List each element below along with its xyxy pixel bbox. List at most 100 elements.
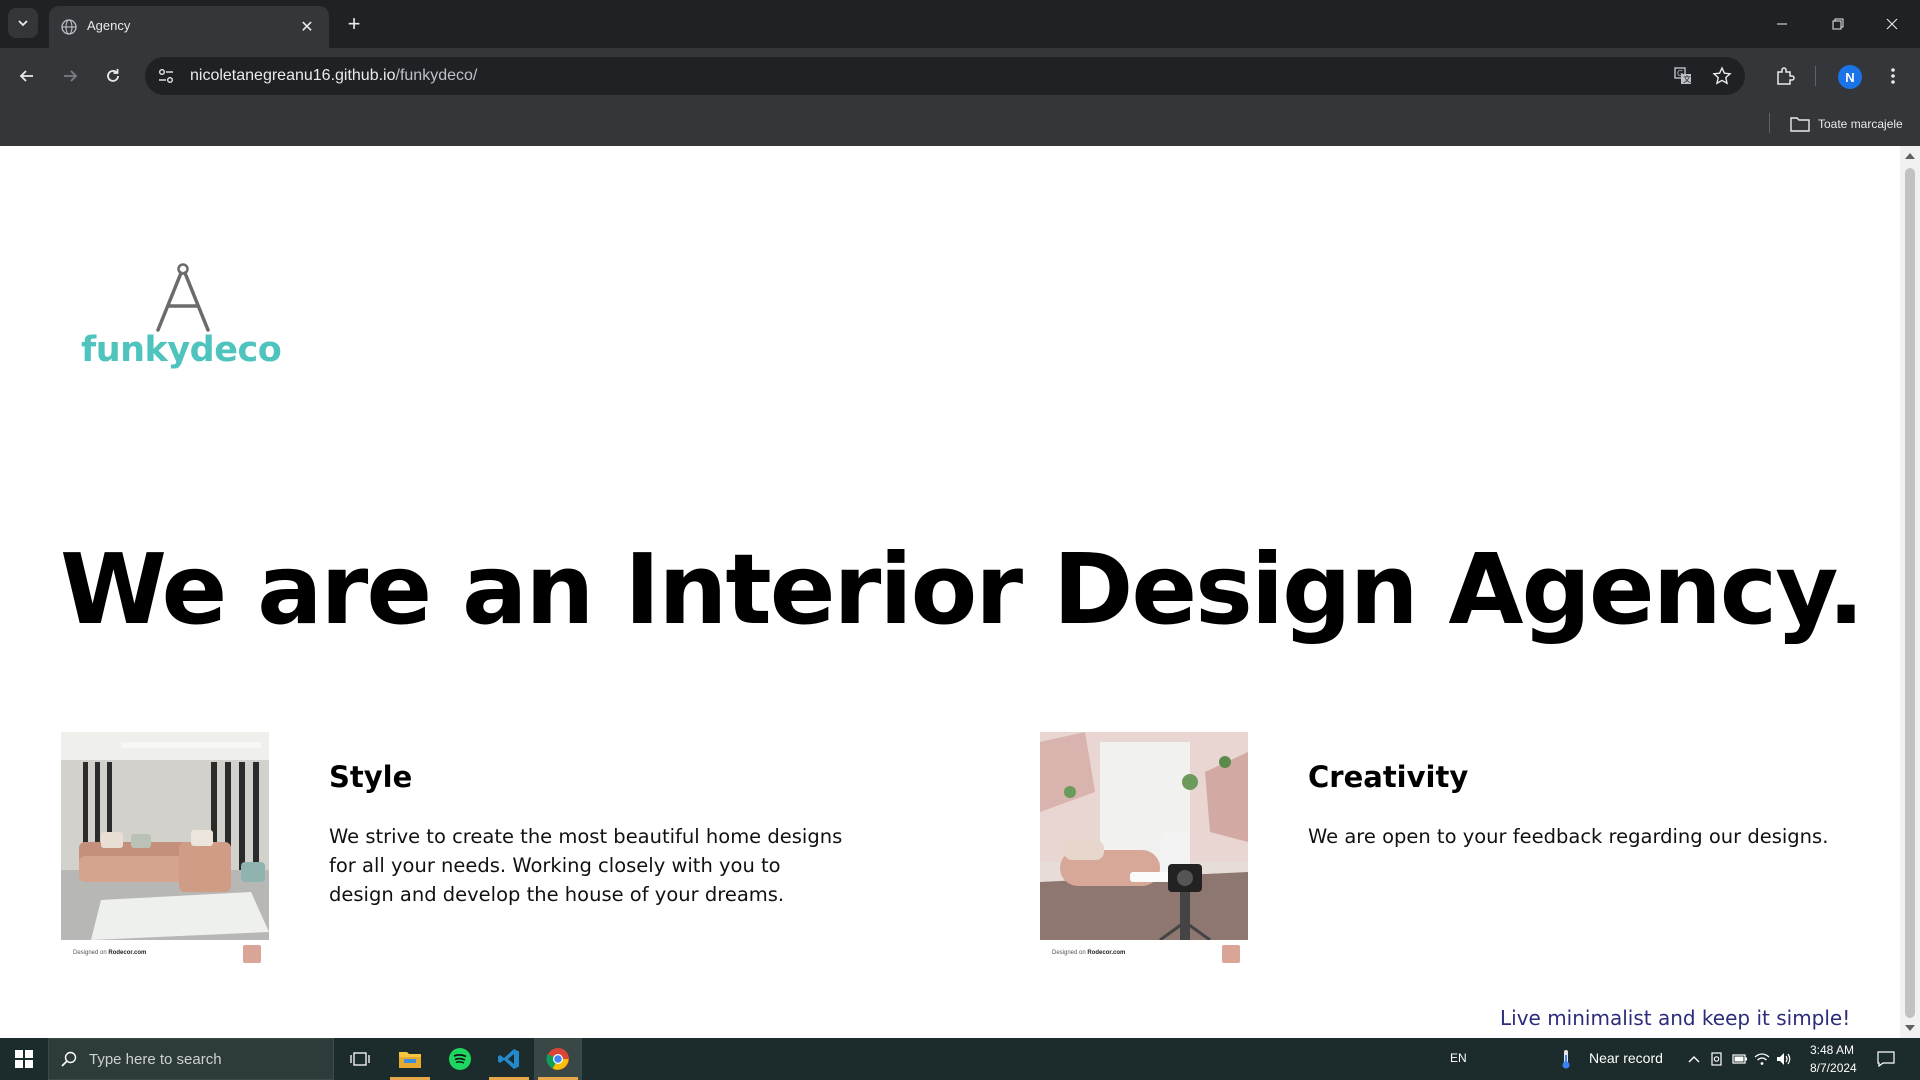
credit-thumbnail xyxy=(243,945,261,963)
chrome-icon xyxy=(546,1048,569,1070)
task-view-button[interactable] xyxy=(336,1038,384,1080)
close-window-button[interactable] xyxy=(1864,0,1920,48)
web-page: funkydeco We are an Interior Design Agen… xyxy=(0,146,1900,1038)
living-room-image xyxy=(61,732,269,940)
clock-date[interactable]: 8/7/2024 xyxy=(1810,1061,1857,1075)
url-path: /funkydeco/ xyxy=(395,67,478,84)
notification-icon xyxy=(1877,1051,1895,1067)
translate-icon[interactable]: G文 xyxy=(1673,66,1693,86)
credit-prefix: Designed on xyxy=(73,950,107,956)
thermometer-icon xyxy=(1562,1050,1570,1069)
all-bookmarks-label: Toate marcajele xyxy=(1818,117,1903,131)
weather-widget-icon[interactable] xyxy=(1556,1049,1576,1069)
clock-time[interactable]: 3:48 AM xyxy=(1810,1043,1854,1057)
task-view-icon xyxy=(350,1052,370,1066)
vscode-icon xyxy=(498,1049,519,1069)
globe-icon xyxy=(61,19,77,35)
tab-search-button[interactable] xyxy=(8,8,38,38)
folder-icon xyxy=(1790,117,1810,132)
card-description: We are open to your feedback regarding o… xyxy=(1308,825,1829,848)
network-icon[interactable] xyxy=(1752,1049,1772,1069)
taskbar-file-explorer[interactable] xyxy=(386,1038,434,1080)
minimize-button[interactable] xyxy=(1754,0,1810,48)
taskbar-search-placeholder: Type here to search xyxy=(89,1050,222,1068)
file-explorer-icon xyxy=(399,1052,421,1068)
bookmarks-divider xyxy=(1769,113,1770,133)
battery-tray-icon xyxy=(1732,1054,1747,1064)
back-button[interactable] xyxy=(13,62,41,90)
credit-brand: Rodecor.com xyxy=(108,950,147,956)
close-icon xyxy=(1886,18,1898,30)
show-hidden-icons-button[interactable] xyxy=(1684,1049,1704,1069)
reload-button[interactable] xyxy=(99,62,127,90)
browser-toolbar: nicoletanegreanu16.github.io/funkydeco/ … xyxy=(0,48,1920,104)
camera-icon xyxy=(1711,1052,1722,1066)
url-host: nicoletanegreanu16.github.io xyxy=(190,67,396,84)
profile-avatar[interactable]: N xyxy=(1838,65,1862,89)
page-scrollbar[interactable] xyxy=(1900,146,1920,1038)
toolbar-divider xyxy=(1815,66,1816,86)
svg-text:文: 文 xyxy=(1683,74,1691,84)
spotify-icon xyxy=(449,1048,471,1070)
bookmarks-bar: Toate marcajele xyxy=(0,104,1920,146)
address-bar[interactable]: nicoletanegreanu16.github.io/funkydeco/ … xyxy=(145,57,1745,95)
scroll-thumb[interactable] xyxy=(1905,168,1915,1018)
taskbar-vscode[interactable] xyxy=(485,1038,533,1080)
bookmark-star-icon[interactable] xyxy=(1712,66,1732,86)
taskbar-chrome[interactable] xyxy=(534,1038,582,1080)
weather-text[interactable]: Near record xyxy=(1589,1050,1663,1066)
language-indicator[interactable]: EN xyxy=(1450,1051,1467,1065)
menu-button[interactable] xyxy=(1879,62,1907,90)
speaker-icon xyxy=(1777,1053,1791,1065)
studio-room-image xyxy=(1040,732,1248,940)
chevron-down-icon xyxy=(18,20,28,27)
card-description: We strive to create the most beautiful h… xyxy=(329,825,843,906)
taskbar-spotify[interactable] xyxy=(436,1038,484,1080)
logo-text: funkydeco xyxy=(81,330,282,370)
windows-taskbar: Type here to search EN Near record 3:48 … xyxy=(0,1038,1920,1080)
notifications-button[interactable] xyxy=(1876,1049,1896,1069)
site-logo[interactable]: funkydeco xyxy=(80,262,290,382)
start-button[interactable] xyxy=(0,1038,48,1080)
hero-title: We are an Interior Design Agency. xyxy=(60,533,1864,646)
credit-prefix: Designed on xyxy=(1052,950,1086,956)
meet-now-icon[interactable] xyxy=(1707,1049,1727,1069)
compass-icon xyxy=(156,263,210,332)
windows-logo-icon xyxy=(15,1050,33,1068)
close-tab-icon[interactable]: ✕ xyxy=(297,17,317,37)
credit-thumbnail xyxy=(1222,945,1240,963)
arrow-right-icon xyxy=(64,70,78,82)
extensions-button[interactable] xyxy=(1771,62,1799,90)
all-bookmarks-button[interactable]: Toate marcajele xyxy=(1790,112,1903,136)
forward-button[interactable] xyxy=(56,62,84,90)
minimize-icon xyxy=(1777,23,1787,25)
wifi-icon xyxy=(1754,1053,1770,1065)
more-vertical-icon xyxy=(1891,68,1895,84)
scroll-up-arrow-icon[interactable] xyxy=(1905,153,1915,159)
arrow-left-icon xyxy=(19,70,33,82)
url-text[interactable]: nicoletanegreanu16.github.io/funkydeco/ xyxy=(190,67,477,85)
card-title: Style xyxy=(329,760,413,794)
credit-brand: Rodecor.com xyxy=(1087,950,1126,956)
image-credit: Designed on Rodecor.com xyxy=(61,940,269,968)
card-title: Creativity xyxy=(1308,760,1469,794)
chevron-up-icon xyxy=(1688,1056,1700,1063)
reload-icon xyxy=(107,69,119,82)
restore-button[interactable] xyxy=(1810,0,1866,48)
battery-icon[interactable] xyxy=(1730,1049,1750,1069)
credit-text: Designed on Rodecor.com xyxy=(1052,950,1125,956)
scroll-down-arrow-icon[interactable] xyxy=(1905,1025,1915,1031)
credit-text: Designed on Rodecor.com xyxy=(73,950,146,956)
image-credit: Designed on Rodecor.com xyxy=(1040,940,1248,968)
volume-icon[interactable] xyxy=(1774,1049,1794,1069)
tagline: Live minimalist and keep it simple! xyxy=(1500,1006,1851,1030)
search-icon xyxy=(61,1051,77,1067)
tab-strip: Agency ✕ + xyxy=(0,0,1920,48)
new-tab-button[interactable]: + xyxy=(341,11,367,37)
tab-title: Agency xyxy=(87,18,131,33)
tab-agency[interactable]: Agency ✕ xyxy=(49,6,329,48)
puzzle-icon xyxy=(1777,67,1795,85)
site-settings-icon[interactable] xyxy=(157,67,175,85)
restore-icon xyxy=(1832,18,1844,30)
taskbar-search[interactable]: Type here to search xyxy=(48,1038,334,1080)
